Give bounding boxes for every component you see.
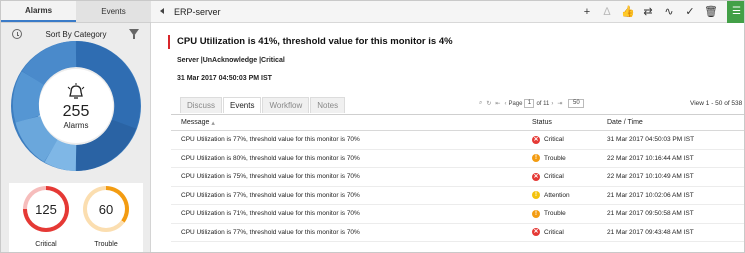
per-page-select[interactable]: 50 (568, 99, 585, 108)
alarms-donut[interactable]: 255 Alarms (11, 41, 141, 171)
link-icon[interactable]: ⇄ (642, 5, 654, 19)
status-crit-icon: ✕ (532, 228, 540, 237)
row-date: 21 Mar 2017 09:43:48 AM IST (607, 228, 694, 236)
detail-tabs: Discuss Events Workflow Notes (180, 97, 346, 113)
page-label: Page (508, 100, 523, 107)
table-row[interactable]: CPU Utilization is 77%, threshold value … (171, 187, 744, 205)
row-date: 22 Mar 2017 10:16:44 AM IST (607, 154, 694, 162)
row-status: ! Attention (522, 187, 597, 205)
row-status-label: Trouble (544, 210, 566, 218)
tab-discuss[interactable]: Discuss (180, 97, 223, 113)
tab-notes[interactable]: Notes (310, 97, 346, 113)
row-status: ! Trouble (522, 205, 597, 223)
row-date: 21 Mar 2017 09:50:58 AM IST (607, 210, 694, 218)
tab-workflow[interactable]: Workflow (262, 97, 310, 113)
pager: ⌕ ↻ ⇤ ‹ Page 1 of 11 › ⇥ 50 (477, 99, 585, 108)
search-icon[interactable]: ⌕ (479, 100, 482, 107)
status-crit-icon: ✕ (532, 172, 540, 181)
row-date: 31 Mar 2017 04:50:03 PM IST (607, 136, 695, 144)
prev-page-icon[interactable]: ‹ (504, 101, 506, 107)
row-status-label: Critical (544, 173, 564, 181)
refresh-icon[interactable]: ↻ (486, 100, 491, 107)
app-window: Alarms Events Sort By Category 255 Alarm… (0, 0, 745, 253)
row-message: CPU Utilization is 77%, threshold value … (181, 228, 360, 236)
table-row[interactable]: CPU Utilization is 71%, threshold value … (171, 205, 744, 224)
row-message: CPU Utilization is 77%, threshold value … (181, 136, 360, 144)
table-header: Message ▴ Status Date / Time (171, 115, 744, 131)
table-row[interactable]: CPU Utilization is 77%, threshold value … (171, 224, 744, 242)
critical-ring: 125 (23, 186, 69, 232)
row-status: ✕ Critical (522, 131, 597, 149)
tab-alarms[interactable]: Alarms (1, 1, 76, 22)
server-name: ERP-server (174, 7, 221, 17)
main-panel: CPU Utilization is 41%, threshold value … (151, 23, 744, 252)
left-panel: Alarms Events Sort By Category 255 Alarm… (1, 1, 151, 252)
critical-count: 125 (27, 190, 65, 228)
alert-tags: Server |UnAcknowledge |Critical (177, 57, 285, 64)
view-count: View 1 - 50 of 538 (690, 100, 743, 107)
page-input[interactable]: 1 (524, 99, 535, 108)
row-status-label: Critical (544, 136, 564, 144)
table-row[interactable]: CPU Utilization is 75%, threshold value … (171, 168, 744, 187)
events-table: Message ▴ Status Date / Time CPU Utiliza… (171, 114, 744, 242)
row-status-label: Trouble (544, 154, 566, 162)
first-page-icon[interactable]: ⇤ (495, 100, 500, 107)
row-status: ✕ Critical (522, 168, 597, 186)
trouble-summary[interactable]: 60 Trouble (79, 183, 133, 252)
status-trouble-icon: ! (532, 209, 540, 218)
row-status-label: Attention (544, 191, 570, 199)
status-crit-icon: ✕ (532, 135, 540, 144)
trouble-count: 60 (87, 190, 125, 228)
row-status: ! Trouble (522, 150, 597, 168)
row-status-label: Critical (544, 228, 564, 236)
alarm-count: 255 (62, 102, 90, 120)
row-message: CPU Utilization is 77%, threshold value … (181, 191, 360, 199)
add-icon[interactable]: + (581, 5, 593, 19)
page-of: of 11 (536, 100, 550, 107)
delete-icon[interactable]: 🗑 (704, 5, 718, 19)
next-page-icon[interactable]: › (551, 101, 553, 107)
status-attn-icon: ! (532, 191, 540, 200)
donut-center: 255 Alarms (39, 69, 113, 143)
graph-icon[interactable]: ∿ (663, 5, 675, 19)
tab-events[interactable]: Events (76, 1, 151, 22)
status-trouble-icon: ! (532, 154, 540, 163)
critical-summary[interactable]: 125 Critical (19, 183, 73, 252)
table-row[interactable]: CPU Utilization is 77%, threshold value … (171, 131, 744, 150)
acknowledge-icon[interactable]: 👍 (621, 5, 635, 19)
header-date[interactable]: Date / Time (597, 115, 744, 130)
filter-icon[interactable] (129, 29, 139, 39)
row-message: CPU Utilization is 75%, threshold value … (181, 173, 360, 181)
top-bar: ERP-server + ∆ 👍 ⇄ ∿ ✓ 🗑 ☰ (151, 1, 744, 23)
header-message[interactable]: Message ▴ (171, 115, 522, 130)
alert-time: 31 Mar 2017 04:50:03 PM IST (177, 75, 272, 82)
last-page-icon[interactable]: ⇥ (557, 100, 562, 107)
trouble-ring: 60 (83, 186, 129, 232)
check-icon[interactable]: ✓ (684, 5, 696, 19)
severity-summary: 125 Critical 60 Trouble (9, 183, 143, 252)
alert-message: CPU Utilization is 41%, threshold value … (177, 36, 453, 47)
left-tabs: Alarms Events (1, 1, 151, 23)
row-date: 21 Mar 2017 10:02:06 AM IST (607, 191, 694, 199)
severity-bar (168, 35, 170, 49)
critical-label: Critical (35, 241, 57, 248)
bell-icon (67, 82, 85, 99)
alarm-label: Alarms (63, 120, 89, 130)
row-status: ✕ Critical (522, 224, 597, 242)
collapse-icon[interactable] (160, 8, 164, 14)
clear-icon[interactable]: ∆ (601, 5, 613, 19)
category-row: Sort By Category (1, 26, 151, 42)
table-row[interactable]: CPU Utilization is 80%, threshold value … (171, 150, 744, 168)
tab-events-detail[interactable]: Events (223, 97, 262, 113)
trouble-label: Trouble (94, 241, 118, 248)
export-button[interactable]: ☰ (727, 1, 744, 23)
header-status[interactable]: Status (522, 115, 597, 130)
row-message: CPU Utilization is 71%, threshold value … (181, 210, 360, 218)
row-date: 22 Mar 2017 10:10:49 AM IST (607, 173, 694, 181)
row-message: CPU Utilization is 80%, threshold value … (181, 154, 360, 162)
